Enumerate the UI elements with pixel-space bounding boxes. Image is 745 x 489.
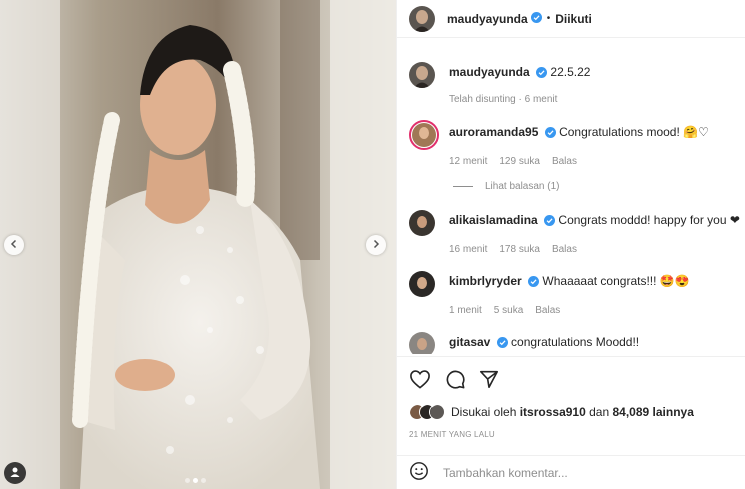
carousel-dot bbox=[185, 478, 190, 483]
liker-avatar bbox=[429, 404, 445, 420]
post-timestamp: 21 MENIT YANG LALU bbox=[409, 430, 495, 439]
next-button[interactable] bbox=[366, 235, 386, 255]
comment-username[interactable]: auroramanda95 bbox=[449, 125, 538, 139]
verified-icon bbox=[530, 11, 542, 26]
commenter-avatar[interactable] bbox=[409, 210, 435, 236]
comment-username[interactable]: gitasav bbox=[449, 335, 490, 349]
share-icon[interactable] bbox=[479, 369, 499, 392]
post-panel: maudyayunda • Diikuti maudyayunda 22.5.2… bbox=[396, 0, 745, 489]
post-actions: Disukai oleh itsrossa910 dan 84,089 lain… bbox=[397, 356, 745, 460]
view-replies-button[interactable]: Lihat balasan (1) bbox=[453, 181, 560, 192]
liked-by-user[interactable]: itsrossa910 bbox=[520, 405, 586, 419]
likes-summary: Disukai oleh itsrossa910 dan 84,089 lain… bbox=[409, 404, 734, 420]
likes-count[interactable]: 84,089 lainnya bbox=[612, 405, 693, 419]
liker-avatars bbox=[409, 404, 445, 420]
verified-icon bbox=[496, 336, 508, 352]
comment-username[interactable]: alikaislamadina bbox=[449, 213, 538, 227]
post-header: maudyayunda • Diikuti bbox=[397, 0, 745, 38]
follow-status-button[interactable]: Diikuti bbox=[555, 12, 592, 26]
comment-likes[interactable]: 5 suka bbox=[494, 305, 523, 316]
verified-icon bbox=[544, 214, 556, 230]
comment-icon[interactable] bbox=[445, 369, 465, 392]
add-comment-bar: Tambahkan komentar... bbox=[397, 455, 745, 489]
author-username[interactable]: maudyayunda bbox=[447, 12, 528, 26]
post-media[interactable] bbox=[0, 0, 396, 489]
author-avatar[interactable] bbox=[409, 62, 435, 88]
replies-divider bbox=[453, 186, 473, 187]
commenter-avatar[interactable] bbox=[409, 332, 435, 354]
user-tag-button[interactable] bbox=[4, 462, 26, 484]
reply-button[interactable]: Balas bbox=[552, 244, 577, 255]
comment-text: Congrats moddd! happy for you ❤ bbox=[558, 213, 740, 227]
comment-text: congratulations Moodd!! bbox=[511, 335, 640, 349]
author-avatar[interactable] bbox=[409, 5, 435, 32]
reply-button[interactable]: Balas bbox=[535, 305, 560, 316]
verified-icon bbox=[536, 66, 548, 82]
carousel-dot-active bbox=[193, 478, 198, 483]
commenter-avatar[interactable] bbox=[409, 271, 435, 297]
comment-username[interactable]: kimbrlyryder bbox=[449, 274, 522, 288]
comment-item: alikaislamadina Congrats moddd! happy fo… bbox=[409, 210, 740, 255]
reply-button[interactable]: Balas bbox=[552, 156, 577, 167]
commenter-avatar[interactable] bbox=[409, 120, 439, 150]
comment-text: Whaaaaat congrats!!! 🤩😍 bbox=[542, 274, 690, 288]
caption-text: 22.5.22 bbox=[550, 65, 591, 79]
liked-by-conj: dan bbox=[589, 405, 610, 419]
comment-time: 12 menit bbox=[449, 156, 488, 167]
caption: maudyayunda 22.5.22 Telah disunting · 6 … bbox=[409, 62, 590, 105]
previous-button[interactable] bbox=[4, 235, 24, 255]
verified-icon bbox=[528, 275, 540, 291]
comments-list[interactable]: maudyayunda 22.5.22 Telah disunting · 6 … bbox=[397, 38, 745, 354]
user-tag-icon bbox=[9, 466, 21, 481]
comment-item: auroramanda95 Congratulations mood! 🤗♡ 1… bbox=[409, 120, 709, 167]
verified-icon bbox=[544, 126, 556, 142]
comment-item: gitasav congratulations Moodd!! bbox=[409, 332, 639, 354]
comment-input[interactable]: Tambahkan komentar... bbox=[443, 466, 568, 480]
chevron-left-icon bbox=[9, 238, 19, 252]
bride-photo bbox=[0, 0, 396, 489]
comment-likes[interactable]: 178 suka bbox=[499, 244, 540, 255]
caption-meta: Telah disunting · 6 menit bbox=[449, 94, 558, 105]
view-replies-label: Lihat balasan (1) bbox=[485, 181, 560, 192]
separator-dot: • bbox=[546, 13, 551, 24]
comment-item: kimbrlyryder Whaaaaat congrats!!! 🤩😍 1 m… bbox=[409, 271, 690, 316]
caption-username[interactable]: maudyayunda bbox=[449, 65, 530, 79]
chevron-right-icon bbox=[371, 238, 381, 252]
carousel-dot bbox=[201, 478, 206, 483]
comment-text: Congratulations mood! 🤗♡ bbox=[559, 125, 709, 139]
comment-likes[interactable]: 129 suka bbox=[499, 156, 540, 167]
heart-icon[interactable] bbox=[409, 369, 431, 392]
smiley-icon[interactable] bbox=[409, 461, 429, 484]
liked-by-prefix: Disukai oleh bbox=[451, 405, 517, 419]
carousel-indicator bbox=[185, 478, 206, 483]
comment-time: 1 menit bbox=[449, 305, 482, 316]
comment-time: 16 menit bbox=[449, 244, 488, 255]
